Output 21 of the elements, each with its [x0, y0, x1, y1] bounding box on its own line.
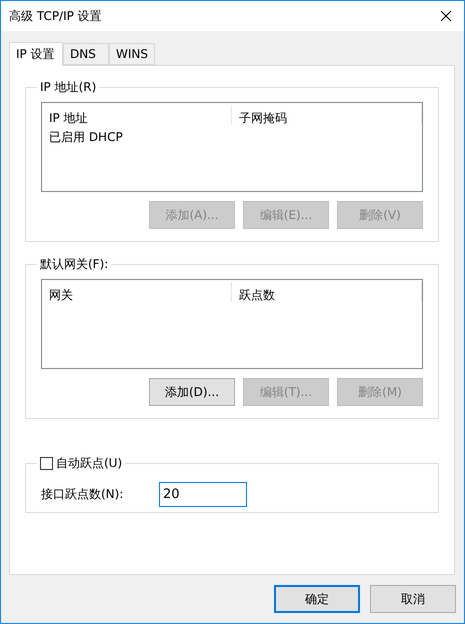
- group-label: IP 地址(R): [40, 79, 96, 96]
- column-header[interactable]: 跃点数: [232, 282, 422, 302]
- column-header[interactable]: 子网掩码: [232, 105, 422, 125]
- action-button[interactable]: 添加(D)...: [149, 378, 235, 406]
- field-label: 接口跃点数(N):: [41, 486, 124, 503]
- list-cell[interactable]: 已启用 DHCP: [42, 127, 130, 148]
- dialog-button[interactable]: 确定: [274, 585, 360, 613]
- dialog-button[interactable]: 取消: [370, 585, 456, 613]
- close-icon[interactable]: [440, 10, 452, 22]
- checkbox-label: 自动跃点(U): [56, 455, 122, 472]
- list-box[interactable]: IP 地址 子网掩码 已启用 DHCP: [41, 102, 423, 192]
- checkbox[interactable]: [40, 457, 53, 470]
- window-title: 高级 TCP/IP 设置: [9, 8, 102, 24]
- column-header[interactable]: IP 地址: [42, 105, 232, 125]
- tab[interactable]: DNS: [63, 43, 109, 65]
- group-label: 默认网关(F):: [40, 256, 108, 273]
- tab[interactable]: WINS: [109, 43, 155, 65]
- column-header[interactable]: 网关: [42, 282, 232, 302]
- list-box[interactable]: 网关 跃点数: [41, 279, 423, 369]
- input-field[interactable]: 20: [159, 482, 247, 507]
- tab[interactable]: IP 设置: [9, 42, 63, 66]
